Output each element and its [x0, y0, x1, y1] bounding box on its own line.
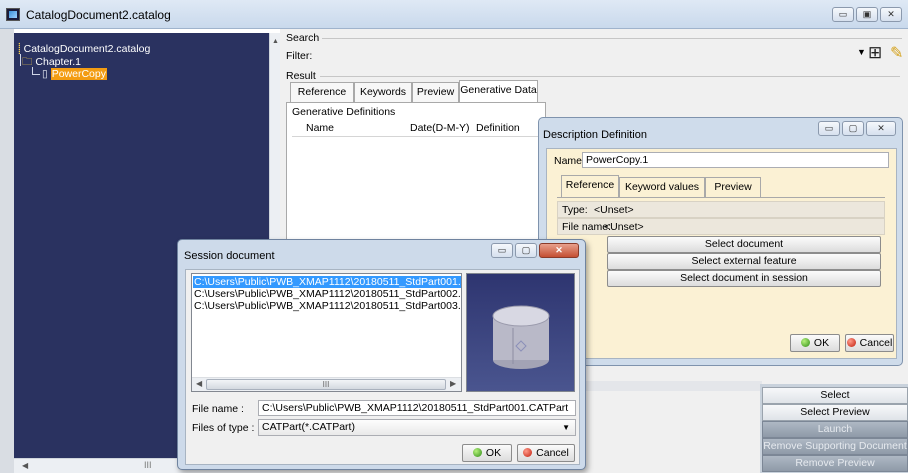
session-document-dialog: Session document ▭ ▢ ✕ C:\Users\Public\P…	[177, 239, 586, 470]
list-item-selected[interactable]: C:\Users\Public\PWB_XMAP1112\20180511_St…	[193, 276, 461, 288]
window-title: CatalogDocument2.catalog	[26, 8, 171, 22]
tab-reference[interactable]: Reference	[561, 175, 619, 197]
table-header: Name Date(D-M-Y) Definition	[292, 119, 546, 137]
type-label: Type:	[562, 204, 588, 216]
generative-definitions-label: Generative Definitions	[292, 106, 396, 118]
catia-app-icon	[6, 8, 20, 21]
list-item[interactable]: C:\Users\Public\PWB_XMAP1112\20180511_St…	[193, 300, 461, 312]
list-item[interactable]: C:\Users\Public\PWB_XMAP1112\20180511_St…	[193, 288, 461, 300]
scroll-thumb[interactable]: III	[206, 379, 446, 390]
divider	[322, 38, 902, 39]
remove-supporting-document-button[interactable]: Remove Supporting Document	[762, 438, 908, 455]
cylinder-preview-icon	[492, 305, 550, 369]
tab-keyword-values[interactable]: Keyword values	[619, 177, 705, 197]
cancel-button[interactable]: Cancel	[517, 444, 575, 462]
scroll-left-icon[interactable]: ◀	[22, 461, 28, 470]
folder-icon: 🗀	[22, 56, 33, 68]
document-preview	[466, 273, 575, 392]
tree-line	[32, 67, 40, 75]
type-row: Type: <Unset>	[557, 201, 885, 218]
launch-button[interactable]: Launch	[762, 421, 908, 438]
type-value: <Unset>	[594, 204, 634, 216]
document-list[interactable]: C:\Users\Public\PWB_XMAP1112\20180511_St…	[191, 273, 462, 392]
minimize-button[interactable]: ▭	[491, 243, 513, 258]
divider	[557, 197, 885, 198]
binoculars-icon[interactable]: ⊞	[868, 43, 882, 63]
filter-label: Filter:	[286, 50, 313, 62]
window-controls: ▭ ▣ ✕	[832, 7, 902, 22]
ok-icon	[472, 448, 482, 457]
remove-preview-button[interactable]: Remove Preview	[762, 455, 908, 472]
file-name-label: File name :	[192, 403, 244, 415]
description-definition-dialog: Description Definition ▭ ▢ ✕ Name: Power…	[538, 117, 903, 366]
chevron-down-icon[interactable]: ▼	[562, 420, 570, 435]
tree-chapter-label: Chapter.1	[35, 56, 81, 68]
files-of-type-value: CATPart(*.CATPart)	[262, 421, 355, 433]
result-group-label: Result	[286, 70, 316, 82]
dialog-body: C:\Users\Public\PWB_XMAP1112\20180511_St…	[185, 269, 580, 465]
ok-label: OK	[485, 447, 502, 459]
column-definition[interactable]: Definition	[476, 122, 520, 134]
close-button[interactable]: ✕	[539, 243, 579, 258]
name-label: Name:	[554, 155, 585, 167]
main-title-bar: CatalogDocument2.catalog ▭ ▣ ✕	[0, 0, 908, 29]
select-preview-button[interactable]: Select Preview	[762, 404, 908, 421]
dialog-window-controls: ▭ ▢ ✕	[818, 121, 896, 136]
cancel-button[interactable]: Cancel	[845, 334, 894, 352]
ok-button[interactable]: OK	[790, 334, 840, 352]
cancel-icon	[523, 448, 533, 457]
minimize-button[interactable]: ▭	[832, 7, 854, 22]
scroll-right-icon[interactable]: ▶	[450, 379, 456, 388]
files-of-type-select[interactable]: CATPart(*.CATPart) ▼	[258, 419, 576, 436]
select-external-feature-button[interactable]: Select external feature	[607, 253, 881, 270]
restore-button[interactable]: ▣	[856, 7, 878, 22]
tree-item-powercopy[interactable]: ▯ PowerCopy	[42, 68, 107, 80]
ok-icon	[800, 338, 810, 347]
powercopy-icon: ▯	[42, 68, 48, 80]
divider	[320, 76, 900, 77]
left-gutter	[0, 29, 14, 473]
cancel-label: Cancel	[859, 337, 893, 349]
restore-button[interactable]: ▢	[515, 243, 537, 258]
ok-label: OK	[813, 337, 830, 349]
close-button[interactable]: ✕	[880, 7, 902, 22]
scroll-thumb-grip[interactable]: III	[144, 460, 152, 470]
tab-generative-data[interactable]: Generative Data	[459, 80, 538, 102]
tab-preview[interactable]: Preview	[412, 82, 459, 102]
minimize-button[interactable]: ▭	[818, 121, 840, 136]
cancel-label: Cancel	[536, 447, 569, 459]
column-name[interactable]: Name	[306, 122, 334, 134]
dialog-title: Description Definition	[543, 129, 647, 141]
scroll-up-icon[interactable]: ▲	[272, 38, 279, 45]
cancel-icon	[846, 338, 856, 347]
list-horizontal-scrollbar[interactable]: ◀ III ▶	[192, 377, 461, 391]
name-input[interactable]: PowerCopy.1	[582, 152, 889, 168]
column-date[interactable]: Date(D-M-Y)	[410, 122, 470, 134]
eraser-icon[interactable]: ✎	[890, 43, 903, 63]
files-of-type-label: Files of type :	[192, 422, 255, 434]
filter-input[interactable]	[314, 47, 853, 64]
dialog-window-controls: ▭ ▢ ✕	[491, 243, 579, 258]
ok-button[interactable]: OK	[462, 444, 512, 462]
filter-dropdown-icon[interactable]: ▼	[857, 47, 866, 57]
dialog-body: Name: PowerCopy.1 Reference Keyword valu…	[546, 148, 897, 359]
select-document-in-session-button[interactable]: Select document in session	[607, 270, 881, 287]
tab-preview[interactable]: Preview	[705, 177, 761, 197]
file-name-value: <Unset>	[604, 221, 644, 233]
select-document-button[interactable]: Select document	[607, 236, 881, 253]
restore-button[interactable]: ▢	[842, 121, 864, 136]
file-name-input[interactable]: C:\Users\Public\PWB_XMAP1112\20180511_St…	[258, 400, 576, 416]
close-button[interactable]: ✕	[866, 121, 896, 136]
tab-keywords[interactable]: Keywords	[354, 82, 412, 102]
scroll-left-icon[interactable]: ◀	[196, 379, 202, 388]
dialog-title: Session document	[184, 250, 275, 262]
select-button[interactable]: Select	[762, 387, 908, 404]
search-group-label: Search	[286, 32, 320, 44]
tree-item-label: PowerCopy	[50, 68, 107, 80]
tab-reference[interactable]: Reference	[290, 82, 354, 102]
file-row: File name: <Unset>	[557, 218, 885, 235]
